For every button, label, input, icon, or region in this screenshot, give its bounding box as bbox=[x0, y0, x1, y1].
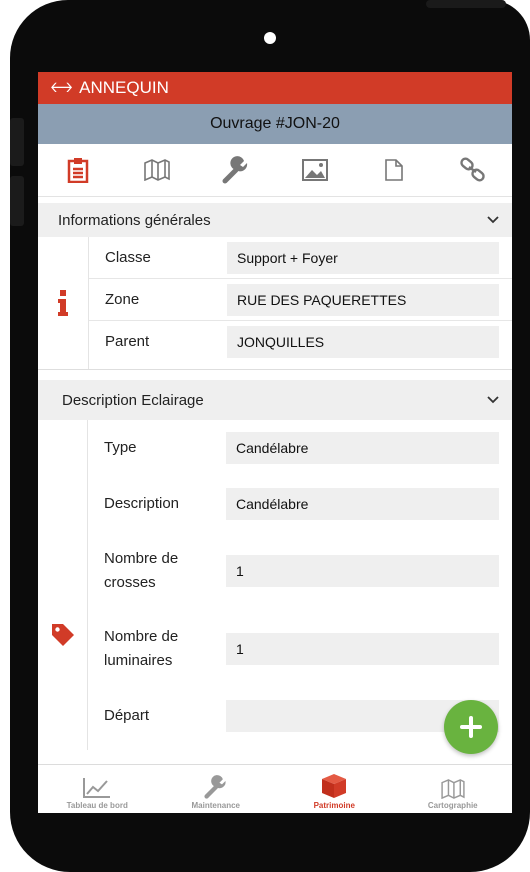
tag-icon bbox=[51, 624, 74, 646]
field-label: Départ bbox=[104, 707, 150, 724]
chart-icon bbox=[83, 778, 111, 798]
map-icon bbox=[441, 779, 465, 799]
field-label: Description bbox=[104, 495, 180, 512]
field-value-type[interactable]: Candélabre bbox=[226, 432, 499, 464]
power-button bbox=[10, 176, 24, 226]
row-nombre-crosses: Nombre de crosses 1 bbox=[88, 532, 512, 610]
info-section-body: Classe Support + Foyer Zone RUE DES PAQU… bbox=[38, 237, 512, 370]
chevron-down-icon bbox=[487, 216, 499, 224]
tab-maintenance[interactable] bbox=[216, 150, 256, 190]
back-arrow-icon[interactable]: 🡘 bbox=[50, 77, 73, 99]
document-icon bbox=[384, 159, 403, 181]
nav-cartographie[interactable]: Cartographie bbox=[394, 765, 513, 813]
image-icon bbox=[301, 159, 328, 181]
nav-label: Cartographie bbox=[427, 801, 478, 810]
app-header: 🡘 ANNEQUIN bbox=[38, 72, 512, 104]
desc-section-title: Description Eclairage bbox=[62, 391, 204, 409]
tab-documents[interactable] bbox=[374, 150, 414, 190]
field-label: Type bbox=[104, 439, 137, 456]
desc-rows: Type Candélabre Description Candélabre N… bbox=[88, 420, 512, 750]
row-parent: Parent JONQUILLES bbox=[89, 321, 512, 362]
device-top-edge bbox=[426, 0, 506, 8]
add-fab-button[interactable] bbox=[444, 700, 498, 754]
field-value-classe[interactable]: Support + Foyer bbox=[227, 241, 499, 274]
info-rows: Classe Support + Foyer Zone RUE DES PAQU… bbox=[89, 237, 512, 369]
wrench-icon bbox=[204, 775, 226, 799]
nav-patrimoine[interactable]: Patrimoine bbox=[275, 765, 394, 813]
field-label: Nombre de crosses bbox=[104, 550, 179, 591]
row-classe: Classe Support + Foyer bbox=[89, 237, 512, 279]
info-section-header[interactable]: Informations générales bbox=[38, 203, 512, 237]
field-value-zone[interactable]: RUE DES PAQUERETTES bbox=[227, 283, 499, 316]
cube-icon bbox=[322, 774, 347, 798]
field-label: Nombre de luminaires bbox=[104, 628, 179, 669]
row-description: Description Candélabre bbox=[88, 476, 512, 532]
wrench-icon bbox=[222, 156, 247, 184]
field-label: Parent bbox=[105, 333, 150, 350]
nav-tableau-de-bord[interactable]: Tableau de bord bbox=[38, 765, 157, 813]
desc-section-header[interactable]: Description Eclairage bbox=[38, 380, 512, 420]
info-icon bbox=[58, 290, 68, 316]
map-icon bbox=[143, 159, 170, 181]
row-nombre-luminaires: Nombre de luminaires 1 bbox=[88, 610, 512, 688]
chevron-down-icon bbox=[487, 396, 499, 404]
volume-button bbox=[10, 118, 24, 166]
row-type: Type Candélabre bbox=[88, 420, 512, 476]
field-value-nombre-luminaires[interactable]: 1 bbox=[226, 633, 499, 665]
bottom-navigation: Tableau de bord Maintenance Patrimoine C… bbox=[38, 764, 512, 813]
field-value-parent[interactable]: JONQUILLES bbox=[227, 325, 499, 358]
link-icon bbox=[459, 157, 485, 182]
plus-icon bbox=[460, 716, 482, 738]
row-zone: Zone RUE DES PAQUERETTES bbox=[89, 279, 512, 321]
tab-photos[interactable] bbox=[295, 150, 335, 190]
page-title: Ouvrage #JON-20 bbox=[38, 104, 512, 144]
desc-icon-column bbox=[38, 420, 88, 750]
tab-links[interactable] bbox=[453, 150, 493, 190]
field-value-description[interactable]: Candélabre bbox=[226, 488, 499, 520]
nav-label: Maintenance bbox=[191, 801, 240, 810]
field-label: Classe bbox=[105, 249, 151, 266]
field-label: Zone bbox=[105, 291, 140, 308]
nav-maintenance[interactable]: Maintenance bbox=[157, 765, 276, 813]
nav-label: Tableau de bord bbox=[66, 801, 128, 810]
info-icon-column bbox=[38, 237, 89, 369]
nav-label: Patrimoine bbox=[313, 801, 355, 810]
field-value-nombre-crosses[interactable]: 1 bbox=[226, 555, 499, 587]
info-section-title: Informations générales bbox=[58, 211, 211, 229]
desc-section-body: Type Candélabre Description Candélabre N… bbox=[38, 420, 512, 750]
tab-map[interactable] bbox=[137, 150, 177, 190]
tab-bar bbox=[38, 144, 512, 197]
clipboard-icon bbox=[67, 158, 88, 183]
back-label[interactable]: ANNEQUIN bbox=[79, 78, 169, 98]
camera bbox=[264, 32, 276, 44]
tab-info[interactable] bbox=[58, 150, 98, 190]
app-screen: 🡘 ANNEQUIN Ouvrage #JON-20 Informations … bbox=[38, 72, 512, 813]
